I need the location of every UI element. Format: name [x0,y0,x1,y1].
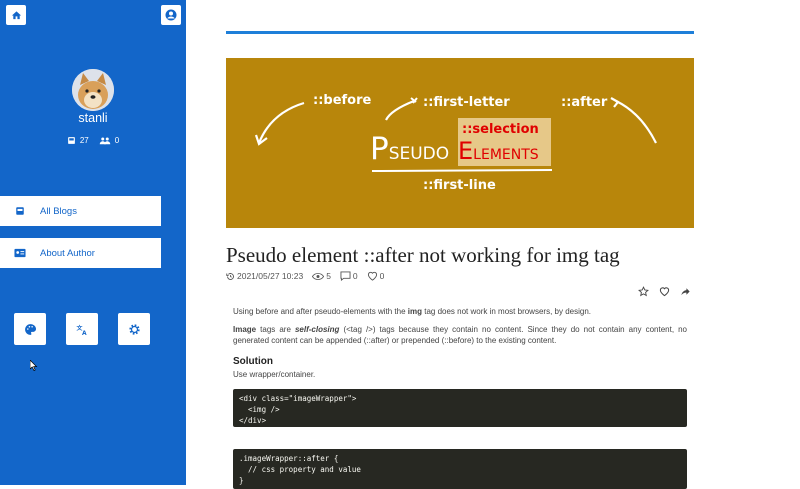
post-banner: ::before ::first-letter ::after ::select… [226,58,694,228]
banner-first-letter-label: ::first-letter [423,95,510,110]
post-meta: 2021/05/27 10:23 5 0 0 [226,271,384,281]
account-button[interactable] [161,5,181,25]
mouse-cursor-icon [30,360,38,371]
gear-icon [128,323,140,335]
post-intro-paragraph: Using before and after pseudo-elements w… [233,306,687,318]
banner-first-line-label: ::first-line [423,178,496,193]
account-icon [165,9,177,21]
code-block-html: <div class="imageWrapper"> <img /> </div… [233,388,687,427]
blogs-count-value: 27 [79,136,89,145]
post-date: 2021/05/27 10:23 [226,271,303,281]
share-icon[interactable] [680,286,691,297]
post-actions [638,286,691,297]
nav-about-author[interactable]: About Author [0,238,161,268]
nav-about-author-label: About Author [40,247,95,259]
banner-elements-initial: E [458,137,473,165]
post-likes: 0 [367,271,385,281]
explanation-bold: Image [233,324,257,334]
user-stats: 27 0 [0,136,186,145]
svg-text:A: A [81,329,86,335]
home-icon [11,10,21,19]
post-views-value: 5 [326,271,331,281]
post-explanation-paragraph: Image tags are self-closing (<tag />) ta… [233,324,687,347]
solution-heading: Solution [233,355,273,367]
theme-button[interactable] [14,313,46,345]
banner-elements-rest: LEMENTS [473,147,539,163]
post-views: 5 [312,271,331,281]
post-comments-value: 0 [352,271,358,281]
avatar[interactable] [72,69,114,111]
heart-outline-icon [367,271,377,281]
nav-all-blogs[interactable]: All Blogs [0,196,161,226]
post-likes-value: 0 [379,271,385,281]
solution-text: Use wrapper/container. [233,370,316,380]
sidebar: stanli 27 0 All Blogs About Author 文A [0,0,186,485]
code-block-css: .imageWrapper::after { // css property a… [233,448,687,489]
banner-pseudo-word: PSEUDO [370,131,449,167]
group-icon [99,137,110,145]
home-button[interactable] [6,5,26,25]
intro-post: tag does not work in most browsers, by d… [422,307,591,316]
heart-icon[interactable] [659,286,670,297]
main-content: ::before ::first-letter ::after ::select… [186,0,800,489]
translate-icon: 文A [76,324,86,336]
post-body: Using before and after pseudo-elements w… [233,306,687,489]
history-icon [226,272,234,280]
banner-graphic: ::before ::first-letter ::after ::select… [254,93,657,193]
banner-pseudo-rest: SEUDO [389,144,449,164]
id-card-icon [14,248,26,258]
post-comments: 0 [340,271,358,281]
banner-pseudo-initial: P [370,131,389,167]
username: stanli [78,111,108,125]
banner-selection-label: ::selection [462,122,539,137]
post-date-value: 2021/05/27 10:23 [237,271,304,281]
nav-all-blogs-label: All Blogs [40,205,77,217]
intro-pre: Using before and after pseudo-elements w… [233,307,408,316]
blog-icon [67,137,75,144]
comment-icon [340,271,351,281]
settings-button[interactable] [118,313,150,345]
intro-bold: img [407,307,423,316]
doge-avatar-image [72,69,114,111]
eye-icon [312,272,325,280]
explanation-mid: tags are [256,324,295,334]
banner-before-label: ::before [313,93,372,108]
star-icon[interactable] [638,286,649,297]
language-button[interactable]: 文A [66,313,98,345]
explanation-em: self-closing [294,324,340,334]
blog-list-icon [16,207,24,215]
followers-count-value: 0 [114,136,120,145]
progress-line [226,31,694,34]
banner-after-label: ::after [561,95,608,110]
post-title: Pseudo element ::after not working for i… [226,243,620,267]
followers-count: 0 [99,136,119,145]
blogs-count: 27 [67,136,89,145]
palette-icon [24,323,36,335]
